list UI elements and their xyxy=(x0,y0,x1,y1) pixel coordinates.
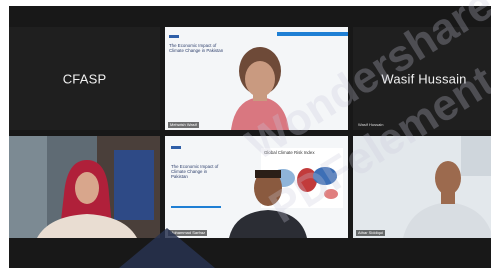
participant-tile-screenshare[interactable]: The Economic Impact of Climate Change in… xyxy=(165,136,348,238)
screenshot: CFASP The Economic Impact of Climate Cha… xyxy=(0,0,491,271)
participant-tile-cfasp[interactable]: CFASP xyxy=(9,27,160,130)
participant-name-tag: Wasif Hussain xyxy=(358,122,384,127)
participant-name-tag: Athar Siddiqui xyxy=(356,230,385,236)
participant-video xyxy=(353,136,491,238)
participant-name: Wasif Hussain xyxy=(381,71,467,86)
decorative-triangle xyxy=(119,228,215,268)
participant-video xyxy=(229,170,307,238)
participant-video xyxy=(9,136,160,238)
participant-tile-presenter[interactable]: The Economic Impact of Climate Change in… xyxy=(165,27,348,130)
video-conference-grid: CFASP The Economic Impact of Climate Cha… xyxy=(9,6,491,268)
presenter-video xyxy=(231,47,289,130)
participant-tile-hijab[interactable] xyxy=(9,136,160,238)
participant-name: CFASP xyxy=(62,71,107,86)
participant-tile-man-right[interactable]: Athar Siddiqui xyxy=(353,136,491,238)
participant-name-tag: Mehwish Wasif xyxy=(168,122,199,128)
participant-tile-wasif[interactable]: Wasif Hussain Wasif Hussain xyxy=(353,27,491,130)
